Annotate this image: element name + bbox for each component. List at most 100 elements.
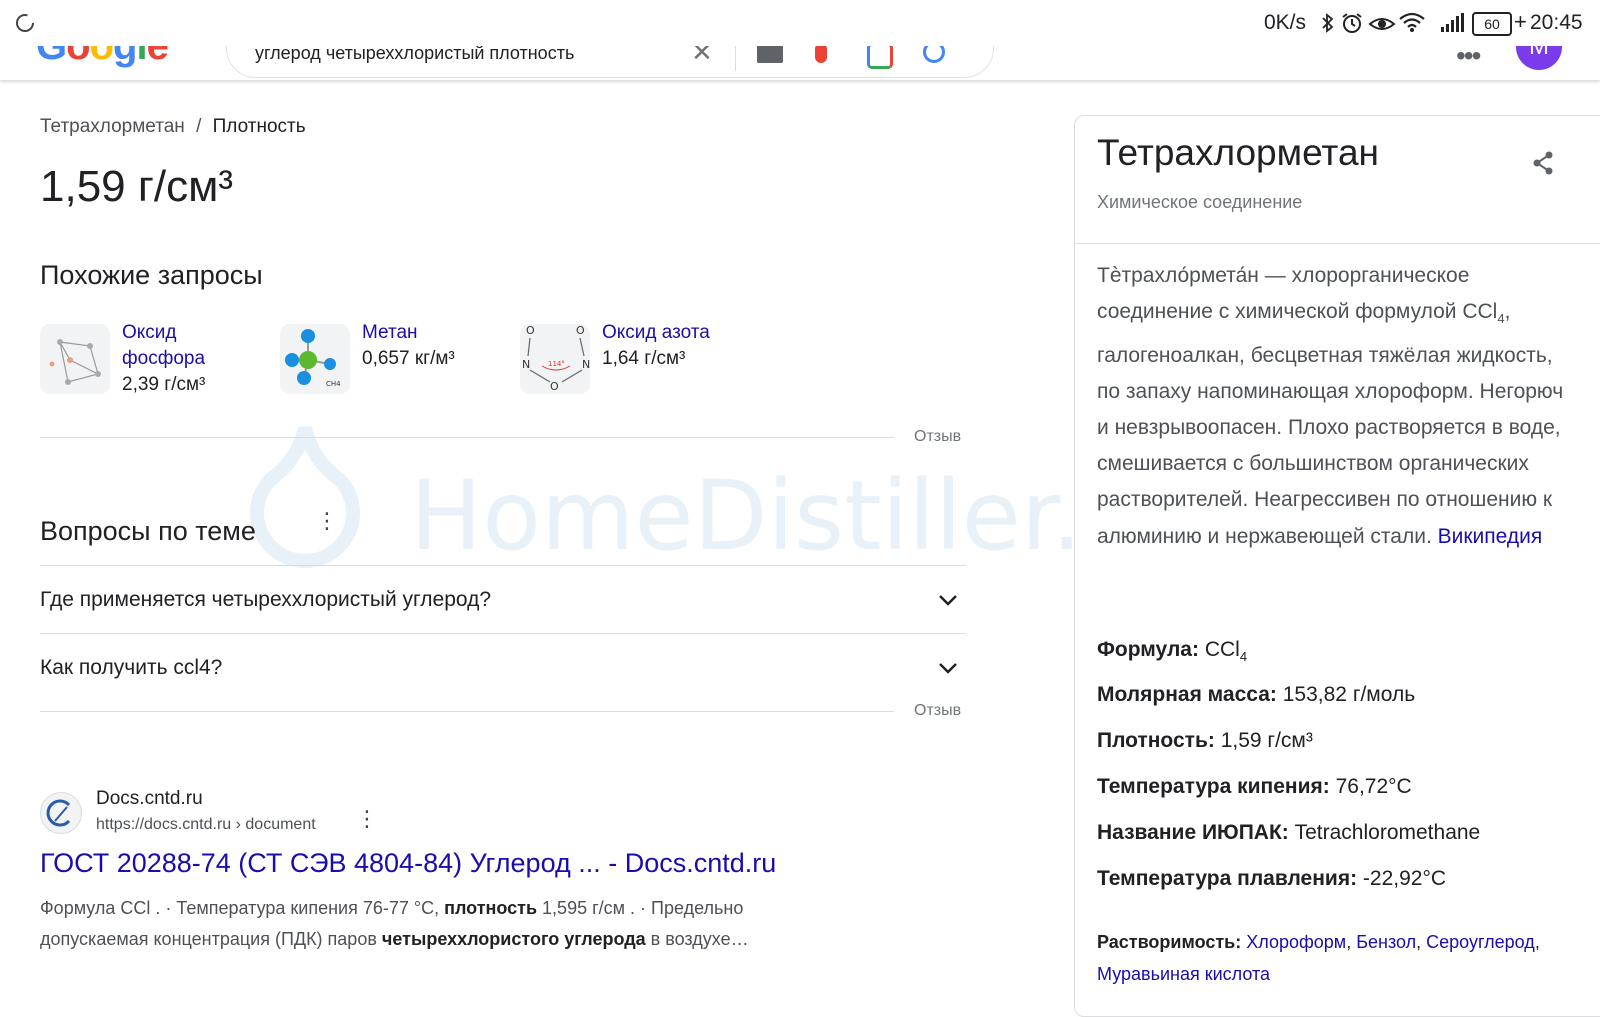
fact-label[interactable]: Название ИЮПАК: <box>1097 821 1289 844</box>
feedback-link[interactable]: Отзыв <box>914 428 961 446</box>
solubility-link[interactable]: Хлороформ <box>1246 932 1346 952</box>
svg-text:N: N <box>582 358 590 371</box>
eye-comfort-icon <box>1368 18 1396 30</box>
avatar[interactable]: M <box>1516 46 1562 70</box>
result-title-link[interactable]: ГОСТ 20288-74 (СТ СЭВ 4804-84) Углерод .… <box>40 848 776 879</box>
breadcrumb-root[interactable]: Тетрахлорметан <box>40 116 185 137</box>
fact-label[interactable]: Плотность: <box>1097 729 1215 752</box>
wikipedia-link[interactable]: Википедия <box>1438 525 1543 548</box>
chevron-down-icon <box>939 663 957 674</box>
kp-title: Тетрахлорметан <box>1097 132 1379 173</box>
microphone-icon[interactable] <box>815 46 827 63</box>
charging-icon: + <box>1514 9 1527 34</box>
battery-indicator: 60 <box>1472 12 1512 36</box>
fact-value: 76,72°C <box>1335 775 1412 798</box>
svg-text:CH4: CH4 <box>326 380 341 388</box>
question-text: Как получить ccl4? <box>40 656 223 679</box>
search-input[interactable]: углерод четыреххлористый плотность <box>255 46 574 64</box>
results-column: Тетрахлорметан / Плотность 1,59 г/см³ По… <box>0 0 1000 1000</box>
related-value: 2,39 г/см³ <box>122 374 206 395</box>
result-site-name[interactable]: Docs.cntd.ru <box>96 788 203 810</box>
kp-description-text: , галогеноалкан, бесцветная тяжёлая жидк… <box>1097 300 1564 548</box>
fact-value: -22,92°C <box>1362 867 1447 890</box>
result-url[interactable]: https://docs.cntd.ru › document <box>96 816 316 834</box>
clear-icon[interactable]: ✕ <box>691 46 713 68</box>
snippet-highlight: плотность <box>444 898 538 918</box>
related-thumbnail: O O N N O 114° <box>520 324 590 394</box>
question-row[interactable]: Где применяется четыреххлористый углерод… <box>40 566 966 632</box>
fact-solubility: Растворимость: Хлороформ, Бензол, Сероуг… <box>1097 932 1540 984</box>
fact-boiling-point: Температура кипения: 76,72°C <box>1097 775 1412 799</box>
snippet-highlight: четыреххлористого углерода <box>381 929 646 949</box>
related-thumbnail <box>40 324 110 394</box>
related-title: Метан <box>362 322 418 343</box>
solubility-link[interactable]: Бензол <box>1356 932 1416 952</box>
snippet-text: Формула CCl . · Температура кипения 76-7… <box>40 898 445 918</box>
docs-cntd-logo-icon <box>46 799 71 827</box>
svg-text:O: O <box>576 324 585 337</box>
fact-density: Плотность: 1,59 г/см³ <box>1097 729 1313 753</box>
related-title: Оксид фосфора <box>122 320 205 372</box>
fact-label[interactable]: Температура плавления: <box>1097 867 1357 890</box>
apps-menu-icon[interactable]: ••• <box>1456 46 1481 72</box>
fact-iupac-name: Название ИЮПАК: Tetrachloromethane <box>1097 821 1480 845</box>
related-value: 0,657 кг/м³ <box>362 348 455 369</box>
related-title: Оксид азота <box>602 322 710 343</box>
fact-subscript: 4 <box>1239 649 1248 665</box>
related-item[interactable]: CH4 Метан 0,657 кг/м³ <box>280 322 500 404</box>
section-divider <box>40 437 894 438</box>
search-divider <box>735 46 736 71</box>
snippet-line: допускаемая концентрация (ПДК) паров чет… <box>40 924 860 955</box>
clock: 20:45 <box>1530 11 1583 34</box>
svg-text:O: O <box>526 324 535 337</box>
kp-divider <box>1075 243 1600 244</box>
more-options-icon[interactable]: ⋮ <box>316 510 338 532</box>
bluetooth-icon <box>1322 13 1334 33</box>
share-icon[interactable] <box>1531 150 1555 176</box>
search-box[interactable]: углерод четыреххлористый плотность ✕ <box>226 46 994 78</box>
breadcrumb-separator: / <box>196 116 202 137</box>
fact-label: Формула: <box>1097 638 1199 661</box>
kp-subtitle: Химическое соединение <box>1097 192 1303 212</box>
questions-heading: Вопросы по теме <box>40 516 256 546</box>
phosphorus-oxide-molecule-icon <box>49 339 101 385</box>
related-item[interactable]: Оксид фосфора 2,39 г/см³ <box>40 322 260 404</box>
feedback-link[interactable]: Отзыв <box>914 702 961 720</box>
fact-value: 1,59 г/см³ <box>1220 729 1313 752</box>
nitrogen-oxide-molecule-icon: O O N N O 114° <box>522 324 590 393</box>
solubility-link[interactable]: Сероуглерод <box>1426 932 1535 952</box>
keyboard-icon[interactable] <box>757 46 783 63</box>
methane-molecule-icon: CH4 <box>285 329 341 388</box>
fact-value: 153,82 г/моль <box>1282 683 1416 706</box>
fact-label[interactable]: Молярная масса: <box>1097 683 1277 706</box>
breadcrumb: Тетрахлорметан / Плотность <box>40 116 306 138</box>
network-speed: 0K/s <box>1264 11 1307 34</box>
solubility-link[interactable]: Муравьиная кислота <box>1097 964 1270 984</box>
alarm-icon <box>1342 13 1362 33</box>
search-icon[interactable] <box>923 46 945 63</box>
result-more-icon[interactable]: ⋮ <box>356 808 378 830</box>
google-logo[interactable]: Google <box>36 46 169 69</box>
snippet-text: 1,595 г/см . · Предельно <box>537 898 744 918</box>
fact-formula: Формула: CCl4 <box>1097 638 1247 664</box>
lens-icon[interactable] <box>867 46 893 69</box>
question-row[interactable]: Как получить ccl4? <box>40 634 966 700</box>
fact-melting-point: Температура плавления: -22,92°C <box>1097 867 1446 891</box>
snippet-text: в воздухе… <box>645 929 749 949</box>
fact-value: CCl <box>1204 638 1240 661</box>
wifi-icon <box>1399 12 1425 32</box>
svg-text:N: N <box>522 358 530 371</box>
question-text: Где применяется четыреххлористый углерод… <box>40 588 492 611</box>
related-heading: Похожие запросы <box>40 260 263 290</box>
related-title-line: фосфора <box>122 348 206 369</box>
kp-subscript: 4 <box>1497 311 1505 327</box>
svg-text:O: O <box>550 380 559 393</box>
fact-label[interactable]: Растворимость: <box>1097 932 1241 952</box>
section-divider <box>40 711 894 712</box>
related-item[interactable]: O O N N O 114° Оксид азота 1,64 г/см³ <box>520 322 760 404</box>
fact-molar-mass: Молярная масса: 153,82 г/моль <box>1097 683 1415 707</box>
snippet-text: допускаемая концентрация (ПДК) паров <box>40 929 382 949</box>
answer-value: 1,59 г/см³ <box>40 162 234 211</box>
status-bar: 0K/s 60 + 20:45 <box>0 0 1600 46</box>
fact-label[interactable]: Температура кипения: <box>1097 775 1330 798</box>
